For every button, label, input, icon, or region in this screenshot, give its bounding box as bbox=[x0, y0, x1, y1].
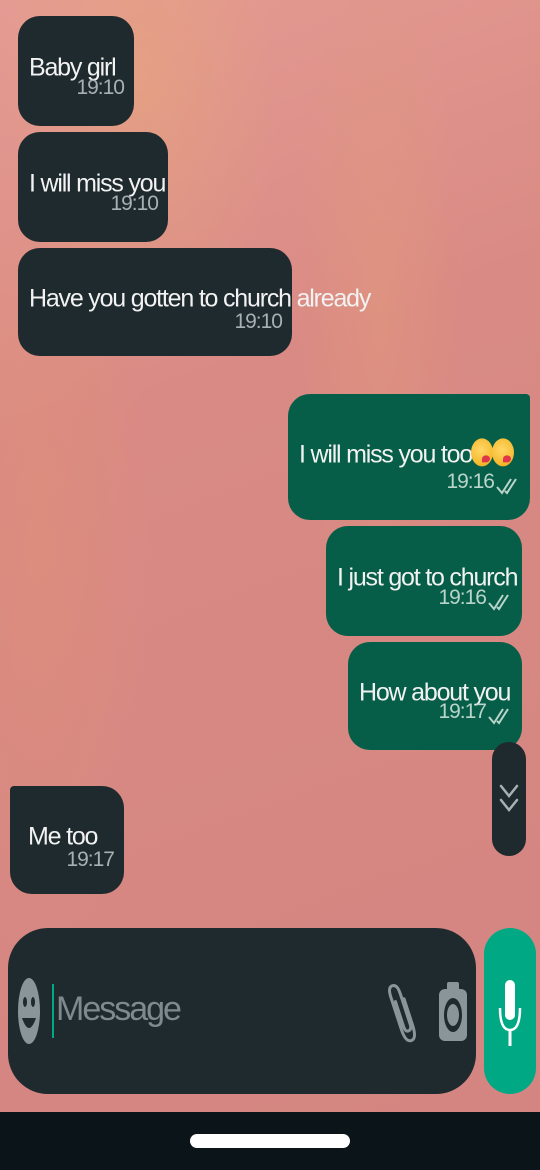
text-cursor bbox=[52, 984, 54, 1038]
message-input[interactable] bbox=[56, 990, 376, 1029]
message-bubble-outgoing[interactable]: I will miss you too 19:16 bbox=[288, 394, 530, 520]
voice-message-button[interactable] bbox=[484, 928, 536, 1094]
message-bubble-outgoing[interactable]: I just got to church 19:16 bbox=[326, 526, 522, 636]
message-time: 19:10 bbox=[110, 192, 159, 215]
message-time: 19:17 bbox=[66, 848, 115, 871]
message-composer bbox=[8, 928, 476, 1094]
message-bubble-outgoing[interactable]: How about you 19:17 bbox=[348, 642, 522, 750]
system-navigation-bar bbox=[0, 1112, 540, 1170]
message-text: How about you bbox=[359, 678, 511, 707]
double-check-icon bbox=[496, 478, 517, 495]
message-time: 19:16 bbox=[438, 586, 487, 609]
paperclip-icon[interactable] bbox=[388, 976, 416, 1048]
message-text-content: I will miss you too bbox=[299, 440, 473, 469]
emoji-face-icon[interactable] bbox=[17, 976, 41, 1046]
double-check-icon bbox=[488, 594, 509, 611]
message-text: Have you gotten to church already bbox=[29, 284, 371, 313]
message-bubble-incoming[interactable]: Have you gotten to church already 19:10 bbox=[18, 248, 371, 356]
kissing-face-emoji-icon bbox=[471, 438, 494, 467]
camera-icon[interactable] bbox=[438, 976, 468, 1046]
double-chevron-down-icon bbox=[499, 784, 519, 813]
message-bubble-incoming[interactable]: Baby girl 19:10 bbox=[18, 16, 134, 126]
message-time: 19:17 bbox=[438, 700, 487, 723]
message-time: 19:10 bbox=[234, 310, 283, 333]
message-bubble-incoming[interactable]: I will miss you 19:10 bbox=[18, 132, 168, 242]
scroll-to-bottom-button[interactable] bbox=[492, 742, 526, 856]
home-indicator[interactable] bbox=[190, 1134, 350, 1148]
message-time: 19:16 bbox=[446, 470, 495, 493]
message-time: 19:10 bbox=[76, 76, 125, 99]
message-text: I just got to church bbox=[337, 563, 518, 592]
microphone-icon bbox=[498, 980, 522, 1046]
message-text: I will miss you too bbox=[299, 438, 515, 469]
double-check-icon bbox=[488, 708, 509, 725]
kissing-face-emoji-icon bbox=[492, 438, 515, 467]
message-bubble-incoming[interactable]: Me too 19:17 bbox=[10, 786, 124, 894]
